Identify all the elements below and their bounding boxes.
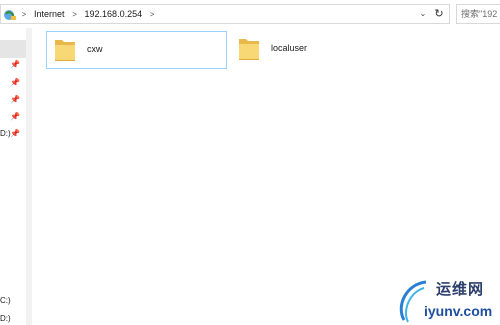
folder-item[interactable]: localuser: [231, 31, 412, 69]
breadcrumb-chevron-icon[interactable]: >: [145, 10, 159, 19]
breadcrumb-chevron-icon[interactable]: >: [17, 10, 31, 19]
pin-icon[interactable]: 📌: [10, 112, 20, 122]
folder-icon: [239, 39, 259, 60]
nav-item-drive[interactable]: C:): [0, 296, 11, 306]
breadcrumb-host[interactable]: 192.168.0.254: [82, 9, 146, 19]
address-history-dropdown-icon[interactable]: ⌄: [417, 8, 429, 20]
breadcrumb-chevron-icon[interactable]: >: [68, 10, 82, 19]
address-bar[interactable]: > Internet > 192.168.0.254 > ⌄ ↻: [0, 4, 450, 24]
folder-icon: [55, 40, 75, 61]
breadcrumb-internet[interactable]: Internet: [31, 9, 68, 19]
pin-icon[interactable]: 📌: [10, 60, 20, 70]
nav-scrollbar[interactable]: [26, 28, 32, 325]
watermark-text-en: iyunv.com: [424, 303, 493, 319]
folder-name: localuser: [271, 43, 308, 53]
address-toolbar: > Internet > 192.168.0.254 > ⌄ ↻ 搜索"192: [0, 0, 500, 28]
nav-item-drive[interactable]: D:): [0, 314, 11, 324]
folder-item[interactable]: cxw: [46, 31, 227, 69]
watermark: 运维网 iyunv.com: [396, 276, 500, 325]
breadcrumb: > Internet > 192.168.0.254 >: [17, 5, 159, 23]
network-icon: [4, 10, 16, 20]
pin-icon[interactable]: 📌: [10, 129, 20, 139]
pin-icon[interactable]: 📌: [10, 95, 20, 105]
search-input[interactable]: 搜索"192: [456, 4, 500, 24]
folder-name: cxw: [87, 44, 103, 54]
watermark-text-cn: 运维网: [436, 281, 485, 298]
pin-icon[interactable]: 📌: [10, 78, 20, 88]
refresh-icon[interactable]: ↻: [432, 7, 446, 21]
nav-item-selected[interactable]: [0, 40, 26, 58]
